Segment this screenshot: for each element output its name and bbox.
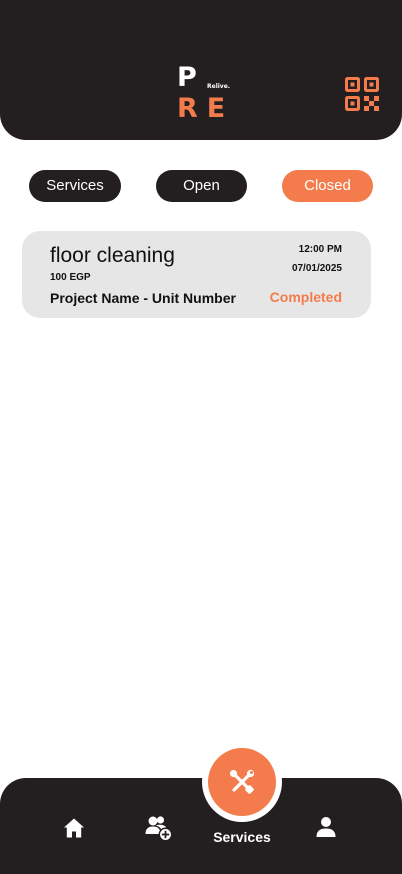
qr-code-button[interactable] xyxy=(345,77,379,111)
app-header: P Relive. RE xyxy=(0,0,402,140)
home-icon xyxy=(64,818,84,838)
profile-icon xyxy=(316,817,336,837)
logo-letters-re: RE xyxy=(177,93,235,124)
relive-logo: P Relive. RE xyxy=(176,62,231,123)
nav-services-button[interactable] xyxy=(208,748,276,816)
filter-open-button[interactable]: Open xyxy=(156,170,247,202)
nav-services-label: Services xyxy=(213,829,271,845)
nav-home-button[interactable] xyxy=(62,816,86,840)
logo-letter-p: P xyxy=(177,62,197,93)
service-card[interactable]: floor cleaning 100 EGP Project Name - Un… xyxy=(22,231,371,318)
qr-code-icon xyxy=(345,77,379,111)
logo-wordmark: Relive. xyxy=(207,83,231,90)
service-project: Project Name - Unit Number xyxy=(50,290,236,306)
service-title: floor cleaning xyxy=(50,244,175,267)
nav-profile-button[interactable] xyxy=(314,815,338,839)
service-time: 12:00 PM xyxy=(298,244,342,255)
filter-closed-button[interactable]: Closed xyxy=(282,170,373,202)
add-user-icon xyxy=(145,816,173,842)
service-price: 100 EGP xyxy=(50,272,91,283)
tools-icon xyxy=(229,769,255,794)
nav-add-user-button[interactable] xyxy=(145,814,173,842)
service-date: 07/01/2025 xyxy=(291,263,342,274)
service-status: Completed xyxy=(269,289,342,305)
filter-services-button[interactable]: Services xyxy=(29,170,121,202)
services-screen: P Relive. RE Services Open Closed floor … xyxy=(0,0,402,874)
bottom-nav xyxy=(0,778,402,874)
